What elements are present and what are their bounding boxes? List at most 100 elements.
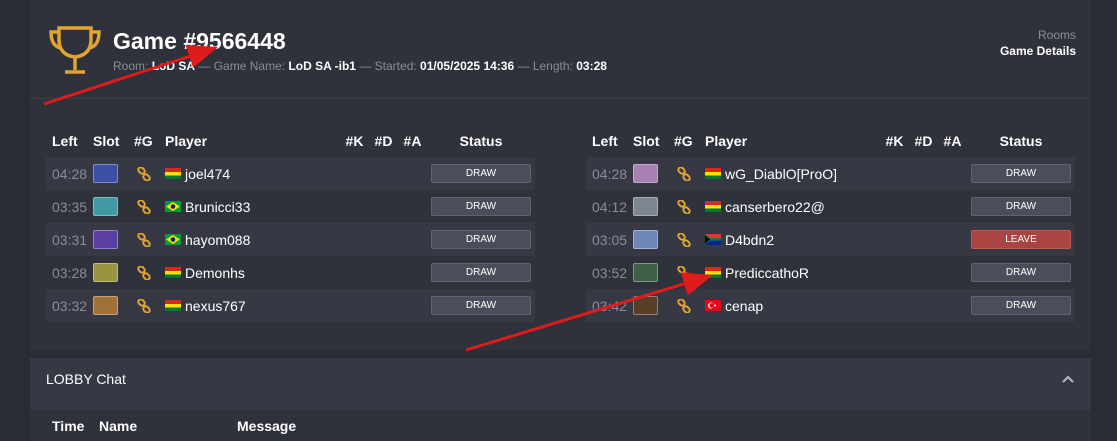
player-name-link[interactable]: joel474 xyxy=(185,166,230,182)
col-a: #A xyxy=(943,132,962,149)
col-player: Player xyxy=(705,132,748,149)
time-left: 04:28 xyxy=(592,165,628,182)
col-g: #G xyxy=(134,132,153,149)
status-badge: DRAW xyxy=(971,263,1071,282)
link-icon[interactable] xyxy=(677,232,691,247)
table-row: 03:32 nexus767 DRAW xyxy=(46,289,535,322)
team-table-right: Left Slot #G Player #K #D #A Status 04:2… xyxy=(586,124,1075,322)
table-row: 03:31 hayom088 DRAW xyxy=(46,223,535,256)
chat-col-message: Message xyxy=(237,418,297,434)
status-badge: DRAW xyxy=(431,296,531,315)
col-left: Left xyxy=(52,132,78,149)
slot-color-swatch xyxy=(93,197,118,216)
time-left: 03:31 xyxy=(52,231,88,248)
slot-color-swatch xyxy=(93,296,118,315)
meta-separator: — xyxy=(198,59,211,73)
player-name-link[interactable]: D4bdn2 xyxy=(725,232,774,248)
room-value: LoD SA xyxy=(151,59,196,73)
table-row: 04:12 canserbero22@ DRAW xyxy=(586,190,1075,223)
page-title: Game #9566448 xyxy=(113,28,286,54)
slot-color-swatch xyxy=(93,263,118,282)
link-icon[interactable] xyxy=(677,199,691,214)
flag-bolivia-icon xyxy=(165,300,181,311)
player-name-link[interactable]: PrediccathoR xyxy=(725,265,809,281)
team-table-left: Left Slot #G Player #K #D #A Status 04:2… xyxy=(46,124,535,322)
link-icon[interactable] xyxy=(677,298,691,313)
player-name-link[interactable]: cenap xyxy=(725,298,763,314)
player-name-link[interactable]: nexus767 xyxy=(185,298,246,314)
flag-brazil-icon xyxy=(165,201,181,212)
col-k: #K xyxy=(345,132,364,149)
flag-bolivia-icon xyxy=(165,267,181,278)
link-icon[interactable] xyxy=(137,232,151,247)
status-badge: DRAW xyxy=(971,197,1071,216)
col-status: Status xyxy=(459,132,503,149)
chevron-up-icon[interactable] xyxy=(1061,372,1075,386)
game-meta: Room: LoD SA — Game Name: LoD SA -ib1 — … xyxy=(113,59,607,73)
slot-color-swatch xyxy=(633,296,658,315)
link-icon[interactable] xyxy=(137,265,151,280)
table-row: 04:28 wG_DiablO[ProO] DRAW xyxy=(586,157,1075,190)
status-badge: DRAW xyxy=(431,164,531,183)
length-value: 03:28 xyxy=(576,59,607,73)
flag-brazil-icon xyxy=(165,234,181,245)
flag-south-africa-icon xyxy=(705,234,721,245)
time-left: 03:32 xyxy=(52,297,88,314)
link-icon[interactable] xyxy=(137,199,151,214)
status-badge: LEAVE xyxy=(971,230,1071,249)
col-a: #A xyxy=(403,132,422,149)
slot-color-swatch xyxy=(633,164,658,183)
breadcrumb-current: Game Details xyxy=(999,44,1076,58)
time-left: 03:42 xyxy=(592,297,628,314)
player-name-link[interactable]: canserbero22@ xyxy=(725,199,825,215)
player-name-link[interactable]: Demonhs xyxy=(185,265,245,281)
status-badge: DRAW xyxy=(431,263,531,282)
table-header: Left Slot #G Player #K #D #A Status xyxy=(586,124,1075,157)
table-row: 03:52 PrediccathoR DRAW xyxy=(586,256,1075,289)
chat-col-time: Time xyxy=(52,418,85,434)
link-icon[interactable] xyxy=(137,166,151,181)
table-row: 03:42 cenap DRAW xyxy=(586,289,1075,322)
slot-color-swatch xyxy=(93,164,118,183)
table-row: 03:28 Demonhs DRAW xyxy=(46,256,535,289)
flag-bolivia-icon xyxy=(165,168,181,179)
col-left: Left xyxy=(592,132,618,149)
col-g: #G xyxy=(674,132,693,149)
meta-separator: — xyxy=(517,59,530,73)
table-row: 03:35 Brunicci33 DRAW xyxy=(46,190,535,223)
time-left: 04:28 xyxy=(52,165,88,182)
slot-color-swatch xyxy=(633,197,658,216)
trophy-icon xyxy=(49,26,101,74)
player-name-link[interactable]: wG_DiablO[ProO] xyxy=(725,166,837,182)
col-d: #D xyxy=(374,132,393,149)
player-name-link[interactable]: Brunicci33 xyxy=(185,199,250,215)
time-left: 03:05 xyxy=(592,231,628,248)
link-icon[interactable] xyxy=(677,265,691,280)
col-k: #K xyxy=(885,132,904,149)
chat-col-name: Name xyxy=(99,418,138,434)
flag-turkey-icon xyxy=(705,300,721,311)
game-name-value: LoD SA -ib1 xyxy=(288,59,356,73)
table-row: 03:05 D4bdn2 LEAVE xyxy=(586,223,1075,256)
col-slot: Slot xyxy=(93,132,120,149)
lobby-chat-panel: LOBBY Chat Time Name Message xyxy=(30,358,1091,441)
link-icon[interactable] xyxy=(677,166,691,181)
table-row: 04:28 joel474 DRAW xyxy=(46,157,535,190)
col-status: Status xyxy=(999,132,1043,149)
time-left: 03:35 xyxy=(52,198,88,215)
status-badge: DRAW xyxy=(971,296,1071,315)
status-badge: DRAW xyxy=(431,230,531,249)
length-label: Length: xyxy=(532,59,573,73)
breadcrumb: Rooms Game Details xyxy=(1000,28,1076,58)
breadcrumb-rooms-link[interactable]: Rooms xyxy=(1000,28,1076,42)
started-label: Started: xyxy=(374,59,417,73)
flag-bolivia-icon xyxy=(705,267,721,278)
started-value: 01/05/2025 14:36 xyxy=(420,59,515,73)
time-left: 03:28 xyxy=(52,264,88,281)
time-left: 04:12 xyxy=(592,198,628,215)
slot-color-swatch xyxy=(633,230,658,249)
meta-separator: — xyxy=(359,59,372,73)
player-name-link[interactable]: hayom088 xyxy=(185,232,250,248)
game-name-label: Game Name: xyxy=(213,59,286,73)
link-icon[interactable] xyxy=(137,298,151,313)
